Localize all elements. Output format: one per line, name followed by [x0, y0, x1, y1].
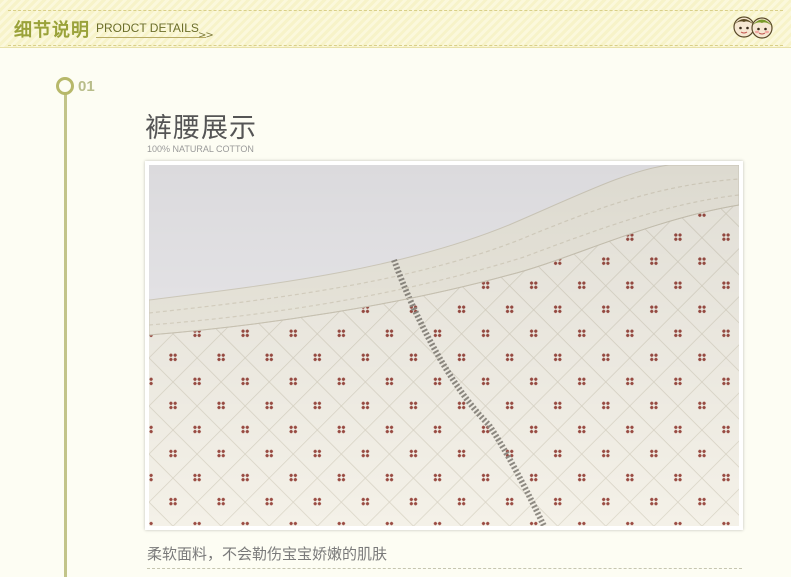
chevron-icon: >> — [198, 30, 214, 41]
section-title-cn: 细节说明 — [14, 20, 90, 41]
waistband-photo — [149, 165, 739, 526]
detail-subtitle: 100% NATURAL COTTON — [147, 144, 254, 154]
timeline-marker — [56, 77, 74, 95]
step-number: 01 — [78, 78, 95, 95]
product-photo-frame — [145, 161, 743, 530]
photo-caption: 柔软面料，不会勒伤宝宝娇嫩的肌肤 — [147, 545, 388, 563]
section-title-en: PRODCT DETAILS — [96, 21, 199, 35]
timeline-line — [64, 94, 67, 577]
quilted-fabric-image — [149, 165, 739, 526]
caption-divider — [147, 568, 742, 569]
two-kids-icon — [732, 13, 776, 47]
title-underline — [96, 37, 206, 38]
detail-title: 裤腰展示 — [145, 113, 257, 144]
